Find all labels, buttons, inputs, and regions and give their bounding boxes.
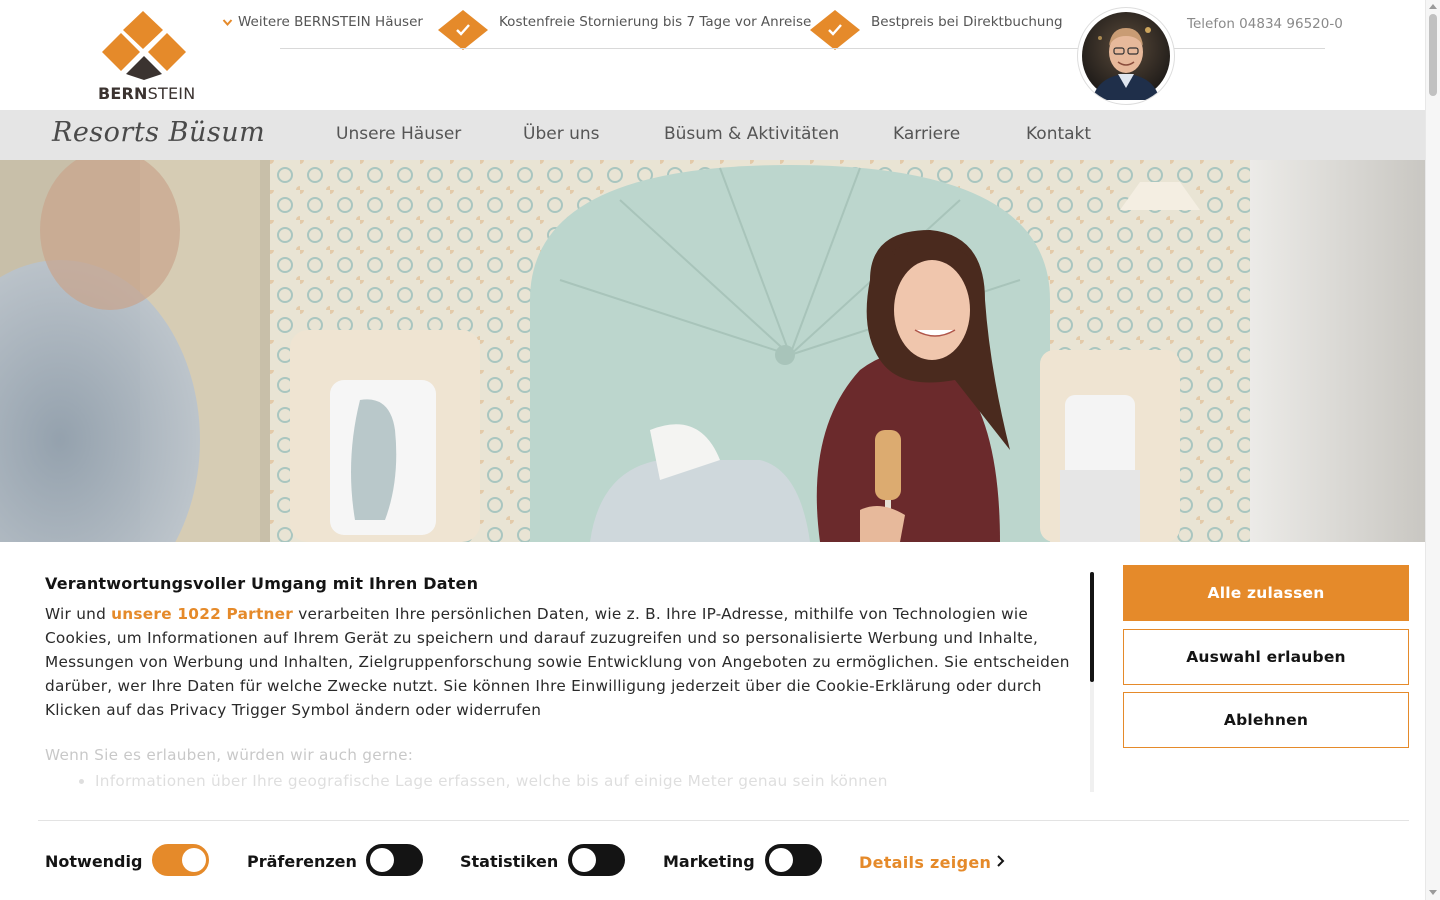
checkmark-badge-icon — [809, 9, 861, 51]
toggle-knob — [182, 848, 206, 872]
checkmark-badge-icon — [437, 9, 489, 51]
logo-wordmark: BERNSTEIN — [98, 84, 196, 103]
toggle-statistics[interactable] — [568, 844, 625, 876]
toggle-necessary[interactable] — [152, 844, 209, 876]
brand-script-logo[interactable]: Resorts Büsum — [52, 117, 265, 148]
nav-item-karriere[interactable]: Karriere — [893, 124, 960, 144]
usp-free-cancellation: Kostenfreie Stornierung bis 7 Tage vor A… — [499, 14, 812, 30]
toggle-knob — [572, 848, 596, 872]
nav-item-buesum-aktivitaeten[interactable]: Büsum & Aktivitäten — [664, 124, 839, 144]
bernstein-logo[interactable]: BERNSTEIN — [96, 8, 196, 104]
consent-label-marketing: Marketing — [663, 852, 755, 871]
cookie-more-text: Wenn Sie es erlauben, würden wir auch ge… — [45, 746, 1075, 792]
toggle-marketing[interactable] — [765, 844, 822, 876]
partners-link[interactable]: unsere 1022 Partner — [111, 605, 293, 623]
consent-label-preferences: Präferenzen — [247, 852, 357, 871]
cookie-title: Verantwortungsvoller Umgang mit Ihren Da… — [45, 574, 479, 593]
cookie-text-scrollbar[interactable] — [1090, 572, 1094, 792]
nav-item-unsere-haeuser[interactable]: Unsere Häuser — [336, 124, 461, 144]
show-details-link[interactable]: Details zeigen — [859, 853, 991, 872]
toggle-knob — [769, 848, 793, 872]
phone-number[interactable]: Telefon 04834 96520-0 — [1187, 16, 1343, 32]
consent-label-statistics: Statistiken — [460, 852, 559, 871]
contact-avatar[interactable] — [1077, 7, 1175, 105]
hero-image — [0, 160, 1425, 542]
cookie-description: Wir und unsere 1022 Partner verarbeiten … — [45, 605, 1070, 719]
consent-label-necessary: Notwendig — [45, 852, 143, 871]
cookie-divider — [38, 820, 1409, 821]
chevron-right-icon[interactable] — [995, 853, 1007, 869]
scroll-up-arrow-icon[interactable] — [1429, 4, 1437, 9]
list-item: Informationen über Ihre geografische Lag… — [95, 772, 1075, 790]
toggle-preferences[interactable] — [366, 844, 423, 876]
allow-all-button[interactable]: Alle zulassen — [1123, 565, 1409, 621]
cookie-consent-banner: Verantwortungsvoller Umgang mit Ihren Da… — [0, 542, 1425, 900]
chevron-down-icon[interactable] — [222, 17, 234, 29]
deny-button[interactable]: Ablehnen — [1123, 692, 1409, 748]
nav-item-kontakt[interactable]: Kontakt — [1026, 124, 1091, 144]
page-scrollbar[interactable] — [1425, 0, 1440, 900]
scroll-down-arrow-icon[interactable] — [1429, 890, 1437, 895]
cookie-scroll-thumb[interactable] — [1090, 572, 1094, 682]
toggle-knob — [370, 848, 394, 872]
nav-item-ueber-uns[interactable]: Über uns — [523, 124, 600, 144]
usp-best-price: Bestpreis bei Direktbuchung — [871, 14, 1063, 30]
more-houses-link[interactable]: Weitere BERNSTEIN Häuser — [238, 14, 423, 36]
logo-mark-icon — [102, 11, 186, 80]
scrollbar-thumb[interactable] — [1429, 14, 1437, 96]
allow-selection-button[interactable]: Auswahl erlauben — [1123, 629, 1409, 685]
top-header: BERNSTEIN Weitere BERNSTEIN Häuser Koste… — [0, 0, 1425, 110]
